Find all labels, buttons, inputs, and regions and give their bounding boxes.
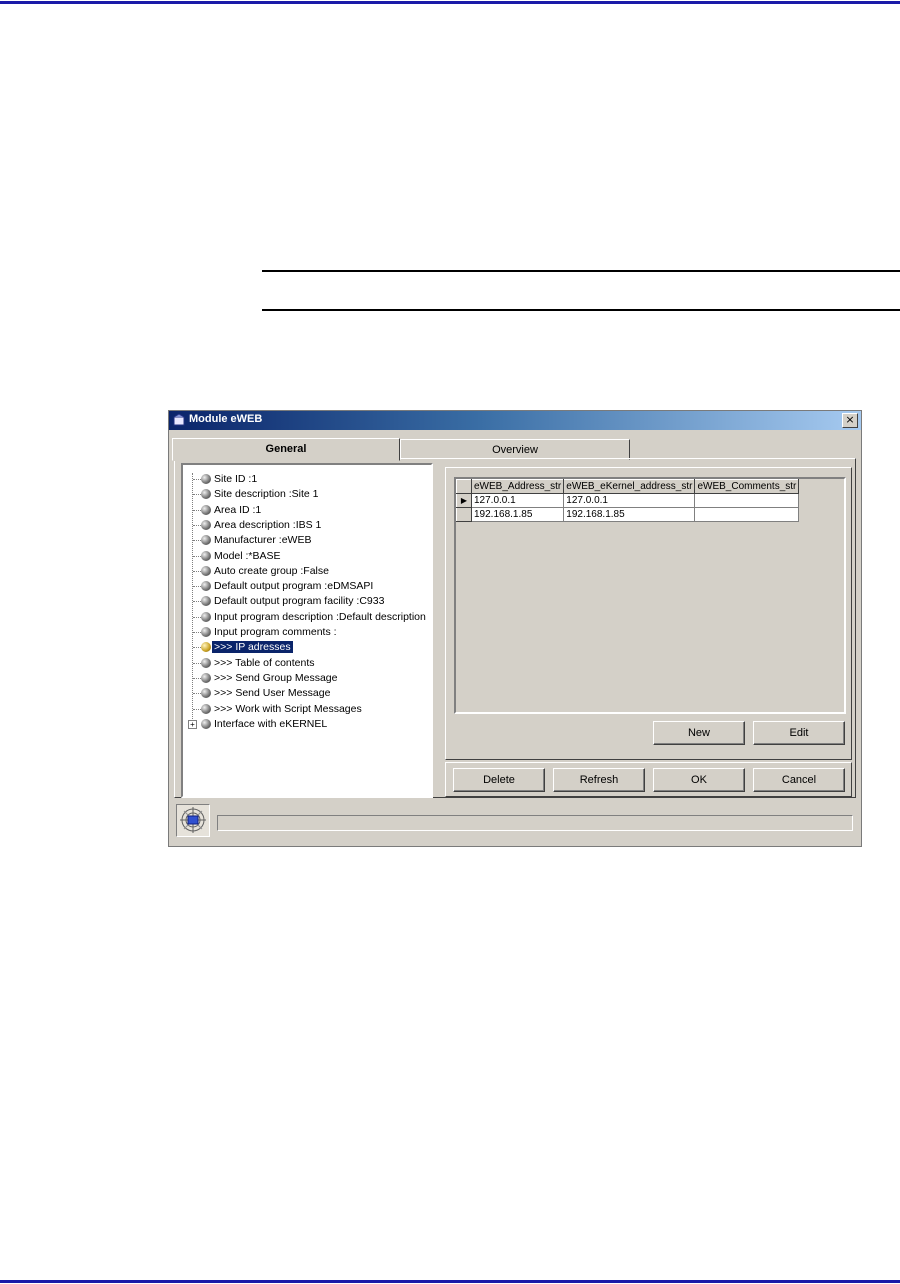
ball-icon [201,581,211,592]
table-cell[interactable] [694,493,800,508]
tree-item-label: Input program comments : [214,626,337,638]
tree-item-label: Default output program facility :C933 [214,595,385,608]
ball-icon [201,672,211,683]
ip-table: eWEB_Address_str eWEB_eKernel_address_st… [456,479,800,522]
ball-icon [201,596,211,607]
tree-item[interactable]: Input program comments : [183,625,431,640]
bottom-page-rule [0,1280,900,1283]
titlebar[interactable]: Module eWEB × [169,411,861,430]
ball-icon [201,642,211,653]
doc-rule-upper [262,270,900,272]
tree-item-label: >>> Work with Script Messages [214,702,362,715]
ball-icon [201,718,211,729]
tree-item[interactable]: >>> Send Group Message [183,671,431,686]
table-cell[interactable]: 192.168.1.85 [563,507,696,522]
status-bar-field [217,815,853,831]
ball-icon [201,535,211,546]
tree-item[interactable]: >>> Send User Message [183,686,431,701]
column-header[interactable]: eWEB_Address_str [470,479,565,494]
doc-rule-lower [262,309,900,311]
ball-icon [201,565,211,576]
table-cell[interactable]: 127.0.0.1 [563,493,696,508]
tree-item[interactable]: >>> Work with Script Messages [183,702,431,717]
tree-item[interactable]: Auto create group :False [183,564,431,579]
module-window: Module eWEB × General Overview Site ID :… [168,410,862,847]
tree-item[interactable]: + Interface with eKERNEL [183,717,431,732]
tree-item[interactable]: >>> Table of contents [183,656,431,671]
table-cell[interactable]: 127.0.0.1 [470,493,565,508]
ok-button[interactable]: OK [653,768,745,792]
window-title: Module eWEB [189,413,263,425]
column-header[interactable]: eWEB_eKernel_address_str [563,479,696,494]
ball-icon [201,519,211,530]
edit-button[interactable]: Edit [753,721,845,745]
ip-address-grid[interactable]: eWEB_Address_str eWEB_eKernel_address_st… [454,477,846,714]
table-row[interactable]: 192.168.1.85 192.168.1.85 [456,507,800,522]
tree-item[interactable]: Default output program facility :C933 [183,594,431,609]
tree-item-label: Auto create group :False [214,564,329,577]
tree-item[interactable]: Site description :Site 1 [183,487,431,502]
tree-item[interactable]: Input program description :Default descr… [183,610,431,625]
column-header[interactable]: eWEB_Comments_str [694,479,800,494]
table-cell[interactable] [694,507,800,522]
tree-item[interactable]: >>> IP adresses [183,640,431,655]
tab-general[interactable]: General [172,438,400,461]
tree-item-label: Input program description :Default descr… [214,610,426,623]
tree-item-label: Site description :Site 1 [214,488,319,501]
table-cell[interactable]: 192.168.1.85 [470,507,565,522]
tree-item[interactable]: Area description :IBS 1 [183,518,431,533]
tree-item[interactable]: Model :*BASE [183,549,431,564]
tree-item-label: Interface with eKERNEL [214,717,328,730]
expand-icon[interactable]: + [188,719,197,729]
tree-item[interactable]: Default output program :eDMSAPI [183,579,431,594]
row-indicator-header [456,479,472,494]
ball-icon [201,627,211,637]
ball-icon [201,489,211,500]
tree-item-label: >>> Send Group Message [214,671,338,684]
tree-item-label: Model :*BASE [214,549,281,562]
top-page-rule [0,1,900,4]
radar-icon[interactable] [176,804,210,837]
close-button[interactable]: × [842,413,858,428]
tree-item[interactable]: Area ID :1 [183,503,431,518]
ball-icon [201,657,211,668]
tree-item-label: Area ID :1 [214,503,262,516]
ball-icon [201,550,211,561]
row-indicator-icon [456,507,472,522]
tree-item-label: >>> Send User Message [214,687,331,700]
row-indicator-icon: ▶ [456,493,472,508]
settings-tree[interactable]: Site ID :1 Site description :Site 1 Area I… [181,463,433,798]
ball-icon [201,474,211,484]
tree-item[interactable]: Site ID :1 [183,472,431,487]
table-row[interactable]: ▶ 127.0.0.1 127.0.0.1 [456,493,800,508]
tree-item-label: >>> IP adresses [212,641,293,654]
tab-overview[interactable]: Overview [400,439,630,460]
ball-icon [201,688,211,699]
ball-icon [201,611,211,622]
tree-item[interactable]: Manufacturer :eWEB [183,533,431,548]
ball-icon [201,504,211,515]
table-header-row: eWEB_Address_str eWEB_eKernel_address_st… [456,479,800,494]
delete-button[interactable]: Delete [453,768,545,792]
ball-icon [201,703,211,714]
refresh-button[interactable]: Refresh [553,768,645,792]
new-button[interactable]: New [653,721,745,745]
tree-item-label: >>> Table of contents [214,656,315,669]
window-icon [173,414,185,426]
tree-item-label: Area description :IBS 1 [214,518,322,531]
cancel-button[interactable]: Cancel [753,768,845,792]
tree-item-label: Manufacturer :eWEB [214,534,312,547]
tree-item-label: Site ID :1 [214,473,258,485]
tree-item-label: Default output program :eDMSAPI [214,580,374,593]
